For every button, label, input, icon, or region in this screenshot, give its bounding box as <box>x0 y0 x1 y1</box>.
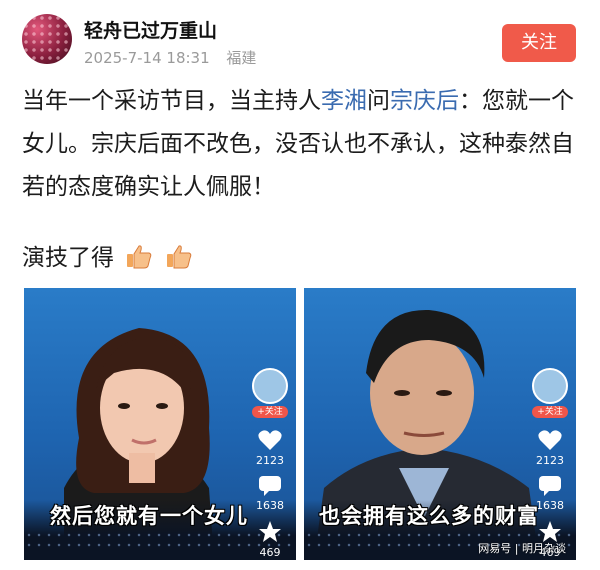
follow-button[interactable]: 关注 <box>502 24 576 62</box>
post-location: 福建 <box>226 49 257 67</box>
like-count: 2123 <box>256 454 284 467</box>
favorite-count: 469 <box>259 546 281 559</box>
video-frame-host[interactable]: +关注 2123 1638 469 然后您就有一个女儿 <box>24 288 296 560</box>
video-caption: 也会拥有这么多的财富 <box>319 504 539 528</box>
link-lixiang[interactable]: 李湘 <box>321 88 367 114</box>
heart-icon[interactable] <box>537 428 563 452</box>
post-text-line2: 演技了得 <box>22 238 193 278</box>
thumbs-up-icon <box>166 245 191 269</box>
comment-icon[interactable] <box>538 475 562 497</box>
post-text-part: 当年一个采访节目，当主持人 <box>22 88 321 114</box>
post-text-part: 问 <box>367 88 390 114</box>
post-date: 2025-7-14 18:31 <box>84 49 210 67</box>
watermark: 网易号 | 明月杂谈 <box>478 542 566 555</box>
thumbs-up-icon <box>127 245 152 269</box>
follow-small-button[interactable]: +关注 <box>252 406 288 418</box>
video-side-actions: +关注 2123 1638 469 <box>250 368 290 560</box>
post-meta: 2025-7-14 18:31 福建 <box>84 47 268 68</box>
link-zongqinghou[interactable]: 宗庆后 <box>390 88 459 114</box>
post-header: 轻舟已过万重山 2025-7-14 18:31 福建 关注 <box>0 0 600 78</box>
post-text: 当年一个采访节目，当主持人李湘问宗庆后：您就一个女儿。宗庆后面不改色，没否认也不… <box>22 80 588 209</box>
video-caption: 然后您就有一个女儿 <box>50 504 248 528</box>
video-frame-guest[interactable]: +关注 2123 1638 469 也会拥有这么多的财富 网易号 | 明月杂谈 <box>304 288 576 560</box>
creator-avatar[interactable] <box>532 368 568 404</box>
video-side-actions: +关注 2123 1638 469 <box>530 368 570 560</box>
author-name[interactable]: 轻舟已过万重山 <box>84 16 217 43</box>
follow-small-button[interactable]: +关注 <box>532 406 568 418</box>
avatar[interactable] <box>22 14 72 64</box>
post-text-part: 演技了得 <box>22 245 114 271</box>
creator-avatar[interactable] <box>252 368 288 404</box>
like-count: 2123 <box>536 454 564 467</box>
comment-icon[interactable] <box>258 475 282 497</box>
heart-icon[interactable] <box>257 428 283 452</box>
